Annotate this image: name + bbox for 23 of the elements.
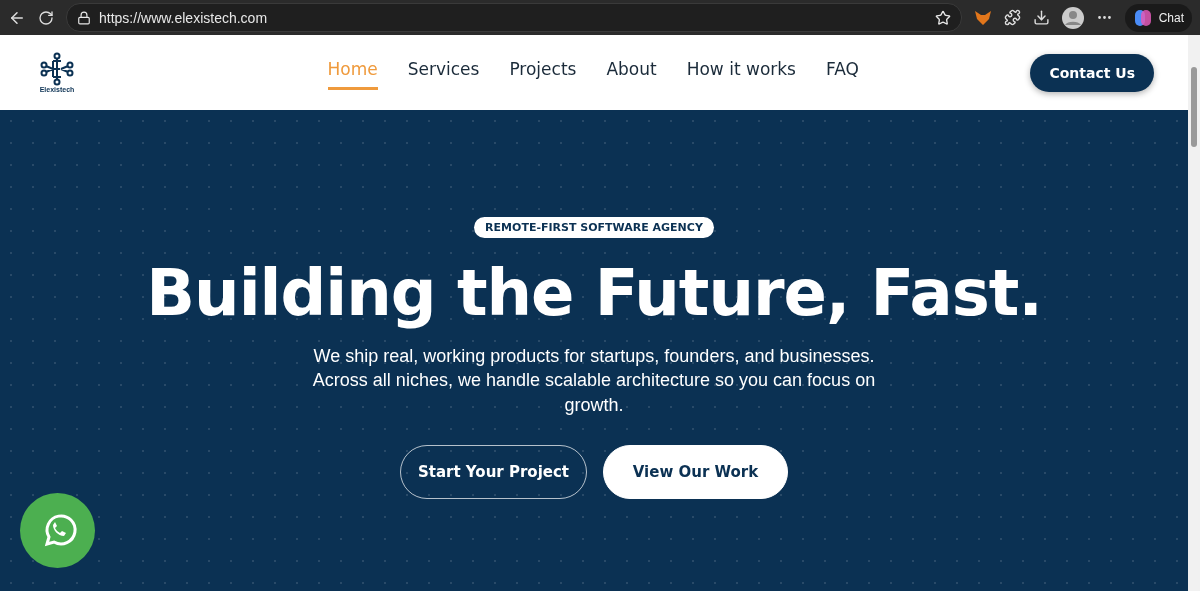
puzzle-icon[interactable]: [1003, 9, 1021, 26]
reload-icon[interactable]: [38, 9, 54, 26]
nav-link[interactable]: Projects: [509, 55, 577, 90]
scrollbar[interactable]: [1188, 35, 1200, 591]
lock-icon: [77, 10, 91, 25]
download-icon[interactable]: [1032, 9, 1050, 26]
logo-icon: [40, 52, 74, 86]
nav-link[interactable]: Services: [407, 55, 480, 90]
hero-badge: REMOTE-FIRST SOFTWARE AGENCY: [474, 217, 714, 238]
copilot-icon: [1132, 7, 1153, 28]
hero-subtitle: We ship real, working products for startups, founders, and businesses. Across all niches, we handle scalable architecture so you can focus on growth.: [311, 345, 877, 417]
hero-button[interactable]: View Our Work: [603, 445, 788, 500]
hero-title: Building the Future, Fast.: [146, 256, 1042, 330]
profile-icon[interactable]: [1061, 6, 1084, 29]
chat-button[interactable]: Chat: [1124, 3, 1192, 32]
fox-icon[interactable]: [973, 9, 992, 26]
nav-link[interactable]: How it works: [686, 55, 796, 90]
nav-link[interactable]: About: [606, 55, 657, 90]
url-text: https://www.elexistech.com: [99, 9, 269, 26]
nav-link[interactable]: FAQ: [825, 55, 859, 90]
star-icon[interactable]: [934, 9, 951, 26]
contact-button[interactable]: Contact Us: [1030, 53, 1154, 92]
address-bar[interactable]: https://www.elexistech.com: [66, 3, 962, 32]
